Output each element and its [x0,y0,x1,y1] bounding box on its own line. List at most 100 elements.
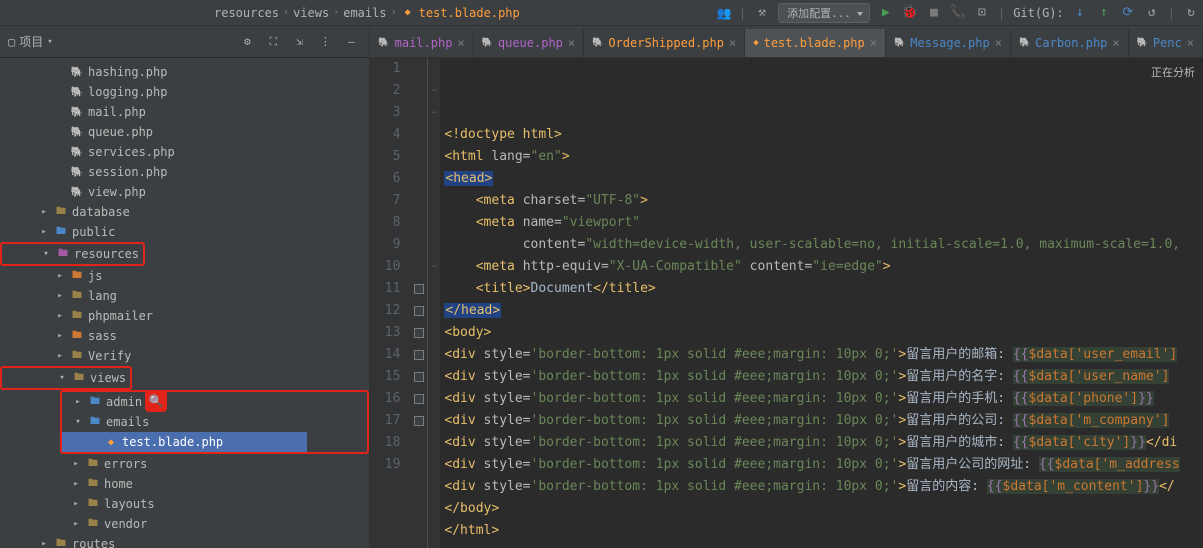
users-icon[interactable]: 👥 [717,6,731,20]
minimize-icon[interactable]: — [341,32,361,52]
tree-item-label: queue.php [88,125,153,139]
debug-icon[interactable]: 🐞 [902,5,918,21]
tab-Carbon-php[interactable]: 🐘Carbon.php× [1011,29,1129,57]
tree-item-emails[interactable]: 🖿emails [62,412,307,432]
tree-item-mail-php[interactable]: 🐘mail.php [0,102,369,122]
blade-icon: ◆ [401,6,415,20]
tree-item-routes[interactable]: 🖿 routes [0,534,369,548]
gear-icon[interactable]: ⚙ [237,32,257,52]
tab-label: mail.php [395,36,453,50]
expand-icon[interactable]: ⛶ [263,32,283,52]
sidebar-header: ▢ 项目 ▾ ⚙ ⛶ ⇲ ⋮ — [0,26,369,58]
tree-item-session-php[interactable]: 🐘session.php [0,162,369,182]
tab-label: Message.php [910,36,989,50]
breadcrumb: resources› views› emails› ◆ test.blade.p… [4,6,520,20]
tree-item-Verify[interactable]: 🖿Verify [0,346,369,366]
tree-item-hashing-php[interactable]: 🐘hashing.php [0,62,369,82]
hammer-icon[interactable]: ⚒ [754,5,770,21]
run-config-dropdown[interactable]: 添加配置... [778,3,870,23]
tree-item-js[interactable]: 🖿js [0,266,369,286]
tab-Penc[interactable]: 🐘Penc× [1129,29,1203,57]
more-icon[interactable]: ⋮ [315,32,335,52]
tab-test-blade-php[interactable]: ◆test.blade.php× [745,29,886,57]
code-editor[interactable]: 12345678910111213141516171819 −−− 正在分析 <… [370,58,1203,548]
git-pull-icon[interactable]: ↓ [1072,5,1088,21]
tab-mail-php[interactable]: 🐘mail.php× [370,29,473,57]
php-icon: 🐘 [70,125,84,139]
tree-item-logging-php[interactable]: 🐘logging.php [0,82,369,102]
file-tree: 🐘hashing.php🐘logging.php🐘mail.php 🐘 queue.… [0,58,369,548]
project-selector[interactable]: ▢ 项目 ▾ [8,33,231,50]
close-icon[interactable]: × [1112,36,1119,50]
tab-queue-php[interactable]: 🐘queue.php× [474,29,584,57]
close-icon[interactable]: × [457,36,464,50]
tab-OrderShipped-php[interactable]: 🐘OrderShipped.php× [584,29,745,57]
git-history-icon[interactable]: ⟳ [1120,5,1136,21]
bc-item-active[interactable]: test.blade.php [419,6,520,20]
tree-item-resources[interactable]: 🖿resources [2,244,139,264]
chevron-right-icon [54,311,66,321]
revert-icon[interactable]: ↺ [1144,5,1160,21]
tree-item-home[interactable]: 🖿 home [0,474,369,494]
bookmark-icon[interactable] [414,284,424,294]
tree-item-queue-php[interactable]: 🐘 queue.php [0,122,369,142]
bookmark-icon[interactable] [414,328,424,338]
close-icon[interactable]: × [995,36,1002,50]
bookmark-icon[interactable] [414,416,424,426]
search-icon[interactable]: ⊡ [974,5,990,21]
search-icon[interactable]: 🔍 [145,390,167,412]
tree-item-errors[interactable]: 🖿errors [0,454,369,474]
php-icon: 🐘 [482,38,493,48]
tree-item-sass[interactable]: 🖿sass [0,326,369,346]
tree-item-label: layouts [104,497,155,511]
tree-item-vendor[interactable]: 🖿vendor [0,514,369,534]
chevron-right-icon [54,271,66,281]
close-icon[interactable]: × [870,36,877,50]
tree-item-label: home [104,477,133,491]
tree-item-test-blade-php[interactable]: ◆test.blade.php [62,432,307,452]
tab-Message-php[interactable]: 🐘 Message.php × [886,29,1011,57]
git-push-icon[interactable]: ↑ [1096,5,1112,21]
tree-item-admin[interactable]: 🖿admin🔍 [62,392,307,412]
phone-icon[interactable]: 📞 [950,5,966,21]
tree-item-view-php[interactable]: 🐘view.php [0,182,369,202]
folder-blue-icon: 🖿 [54,225,68,239]
folder-icon: 🖿 [86,477,100,491]
chevron-right-icon [54,351,66,361]
bookmark-icon[interactable] [414,372,424,382]
tree-item-services-php[interactable]: 🐘services.php [0,142,369,162]
close-icon[interactable]: × [1187,36,1194,50]
line-numbers: 12345678910111213141516171819 [370,58,410,548]
sync-icon[interactable]: ↻ [1183,5,1199,21]
chevron-right-icon [70,479,82,489]
tree-item-label: phpmailer [88,309,153,323]
tree-item-layouts[interactable]: 🖿layouts [0,494,369,514]
tree-item-views[interactable]: 🖿views [2,368,126,388]
folder-icon: 🖿 [54,537,68,548]
code-text[interactable]: 正在分析 <!doctype html><html lang="en"><hea… [440,58,1203,548]
analysis-status: 正在分析 [1151,62,1195,84]
bookmark-icon[interactable] [414,350,424,360]
bc-item[interactable]: resources [214,6,279,20]
tree-item-label: routes [72,537,115,548]
folder-blue-icon: 🖿 [88,415,102,429]
tree-item-database[interactable]: 🖿database [0,202,369,222]
close-icon[interactable]: × [568,36,575,50]
bookmark-icon[interactable] [414,394,424,404]
bookmark-icon[interactable] [414,306,424,316]
folder-icon: 🖿 [54,205,68,219]
php-icon: 🐘 [894,38,905,48]
tree-item-public[interactable]: 🖿public [0,222,369,242]
tree-item-label: session.php [88,165,167,179]
tree-item-phpmailer[interactable]: 🖿phpmailer [0,306,369,326]
tree-item-lang[interactable]: 🖿lang [0,286,369,306]
folder-icon: 🖿 [72,371,86,385]
bc-item[interactable]: views [293,6,329,20]
stop-icon[interactable]: ■ [926,5,942,21]
fold-column[interactable]: −−− [428,58,440,548]
collapse-icon[interactable]: ⇲ [289,32,309,52]
tab-label: Penc [1153,36,1182,50]
run-icon[interactable]: ▶ [878,5,894,21]
bc-item[interactable]: emails [343,6,386,20]
close-icon[interactable]: × [729,36,736,50]
